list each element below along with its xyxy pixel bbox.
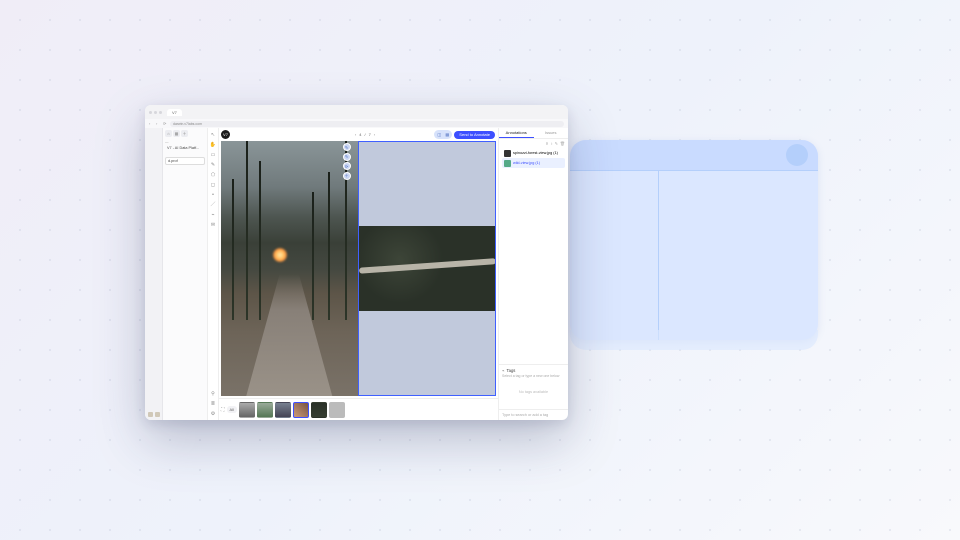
annotation-file-item-selected[interactable]: wild-view.jpg (1) (502, 158, 565, 168)
tool-rail: ↖ ✋ ▭ ✎ ⬠ ◻ • ／ ⌁ ✉ ⚲ ≣ ⚙ (208, 128, 219, 420)
annotation-bubbles: ✎ ✎ ⟳ ＋ (343, 143, 351, 180)
thumbnail[interactable] (257, 402, 273, 418)
browser-tab-bar: V7 (145, 105, 568, 119)
thumbnail-selected[interactable] (293, 402, 309, 418)
pager-prev[interactable]: ‹ (355, 132, 356, 137)
image-selected-frame[interactable]: ✎ ✎ ⟳ ＋ (358, 141, 497, 396)
brush-icon[interactable]: ✎ (210, 161, 217, 168)
avatar[interactable]: V7 (221, 130, 230, 139)
tags-label: Tags (507, 368, 516, 373)
filmstrip-all-button[interactable]: All (227, 406, 237, 413)
right-panel: Annotations Issues ⚱ ↕ ✎ 🗑 spinozzi-fore… (498, 128, 568, 420)
tags-section: ⌁ Tags Select a tag or type a new one be… (499, 364, 568, 409)
left-sidebar: ⌂ ▦ ＋ — V7 - AI Data Platf... d.prof (163, 128, 208, 420)
forward-icon[interactable]: › (156, 122, 160, 126)
edit-icon[interactable]: ✎ (555, 141, 558, 146)
bg-layout-card (570, 140, 818, 340)
hand-icon[interactable]: ✋ (210, 141, 217, 148)
file-name: wild-view.jpg (1) (513, 161, 563, 165)
thumbnail[interactable] (275, 402, 291, 418)
file-thumb-icon (504, 160, 511, 167)
sidebar-edit-item[interactable]: d.prof (165, 157, 205, 165)
right-panel-tools: ⚱ ↕ ✎ 🗑 (499, 139, 568, 148)
browser-sidebar (145, 128, 163, 420)
bg-layout-card-shadow (570, 330, 818, 350)
url-field[interactable]: darwin.v7labs.com (170, 121, 564, 127)
browser-address-bar: ‹ › ⟳ darwin.v7labs.com (145, 119, 568, 128)
sort-icon[interactable]: ↕ (551, 141, 553, 146)
canvas: ✎ ✎ ⟳ ＋ (219, 141, 498, 398)
settings-icon[interactable]: ⚙ (210, 410, 217, 417)
thumbnail[interactable] (329, 402, 345, 418)
filter-icon[interactable]: ⚱ (545, 141, 548, 146)
tags-hint: Select a tag or type a new one below (502, 374, 565, 378)
send-to-annotate-button[interactable]: Send to Annotate (454, 131, 495, 139)
annotation-bubble[interactable]: ⟳ (343, 162, 351, 170)
annotation-bubble[interactable]: ＋ (343, 172, 351, 180)
browser-extensions (148, 412, 160, 417)
line-icon[interactable]: ／ (210, 201, 217, 208)
image-forest-road[interactable] (221, 141, 358, 396)
back-icon[interactable]: ‹ (149, 122, 153, 126)
tag-icon: ⌁ (502, 368, 505, 373)
file-name: spinozzi-forest-view.jpg (1) (513, 151, 563, 155)
pager-next[interactable]: › (374, 132, 375, 137)
thumbnail[interactable] (239, 402, 255, 418)
tag-search-input[interactable]: Type to search or add a tag (499, 409, 568, 420)
zoom-icon[interactable]: ⚲ (210, 390, 217, 397)
layers-icon[interactable]: ≣ (210, 400, 217, 407)
thumbnail[interactable] (311, 402, 327, 418)
annotation-bubble[interactable]: ✎ (343, 153, 351, 161)
plus-icon[interactable]: ＋ (181, 130, 188, 137)
trash-icon[interactable]: 🗑 (560, 141, 565, 146)
tag-icon[interactable]: ⌁ (210, 211, 217, 218)
grid-view-icon[interactable]: ▦ (443, 131, 451, 138)
browser-tab[interactable]: V7 (167, 109, 182, 116)
single-view-icon[interactable]: ◫ (435, 131, 443, 138)
pager-total: 7 (369, 132, 371, 137)
pager-pos: 4 (359, 132, 361, 137)
view-toggle: ◫ ▦ (434, 130, 452, 139)
comment-icon[interactable]: ✉ (210, 221, 217, 228)
pager-sep: / (364, 132, 365, 137)
right-panel-tabs: Annotations Issues (499, 128, 568, 139)
top-controls: ‹ 4 / 7 › ◫ ▦ Send to Annotate (232, 130, 498, 140)
cursor-icon[interactable]: ↖ (210, 131, 217, 138)
polygon-icon[interactable]: ⬠ (210, 171, 217, 178)
filmstrip-expand-icon[interactable]: ⛶ (221, 407, 225, 413)
app-window: V7 ‹ › ⟳ darwin.v7labs.com ⌂ ▦ ＋ — V7 - … (145, 105, 568, 420)
no-tags-message: No tags available (502, 378, 565, 406)
window-controls[interactable] (149, 111, 162, 114)
annotation-bubble[interactable]: ✎ (343, 143, 351, 151)
annotation-file-list: spinozzi-forest-view.jpg (1) wild-view.j… (499, 148, 568, 168)
tab-annotations[interactable]: Annotations (499, 128, 534, 138)
image-aerial-forest[interactable] (359, 226, 496, 310)
select-icon[interactable]: ▭ (210, 151, 217, 158)
tab-issues[interactable]: Issues (534, 128, 569, 138)
main-area: V7 ‹ 4 / 7 › ◫ ▦ Send to Annotate (219, 128, 498, 420)
reload-icon[interactable]: ⟳ (163, 122, 167, 126)
box-icon[interactable]: ◻ (210, 181, 217, 188)
point-icon[interactable]: • (210, 191, 217, 198)
sidebar-section-label: — (165, 140, 205, 144)
home-icon[interactable]: ⌂ (165, 130, 172, 137)
annotation-file-item[interactable]: spinozzi-forest-view.jpg (1) (502, 148, 565, 158)
file-thumb-icon (504, 150, 511, 157)
filmstrip: ⛶ All (219, 398, 498, 420)
projects-icon[interactable]: ▦ (173, 130, 180, 137)
